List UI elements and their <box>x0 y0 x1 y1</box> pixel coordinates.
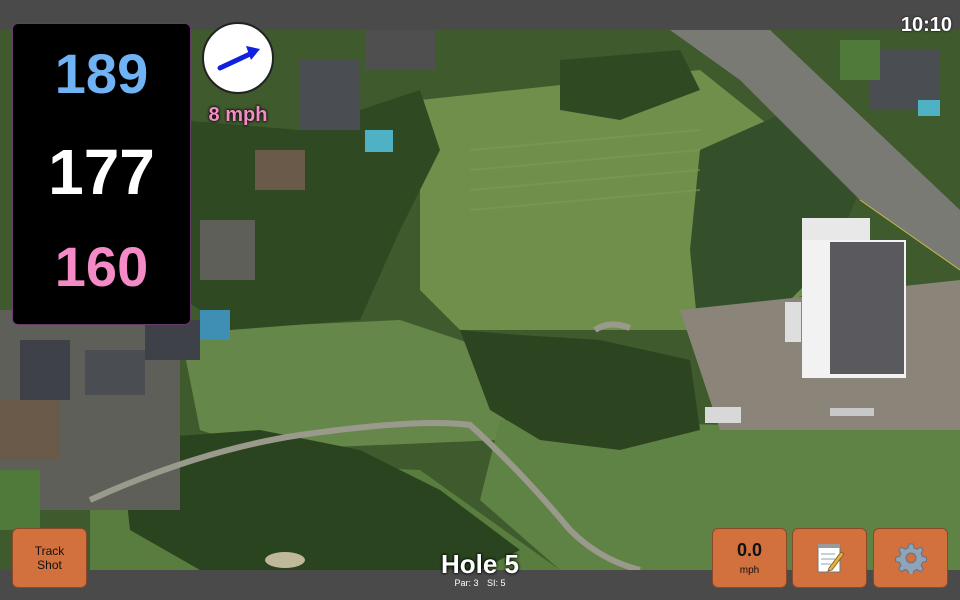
hole-details: Par: 3 SI: 5 <box>380 578 580 588</box>
front-distance: 160 <box>54 235 149 298</box>
speed-button[interactable]: 0.0 mph <box>712 528 787 588</box>
wind-indicator <box>202 22 274 94</box>
middle-distance: 177 <box>48 136 155 208</box>
hole-title: Hole 5 <box>440 549 520 579</box>
track-shot-button[interactable]: Track Shot <box>12 528 87 588</box>
hole-par: Par: 3 <box>454 578 479 588</box>
wind-direction-arrow-icon <box>217 46 260 71</box>
settings-button[interactable] <box>873 528 948 588</box>
track-shot-label-line1: Track <box>34 544 65 558</box>
gear-icon <box>894 543 927 574</box>
hole-stroke-index: SI: 5 <box>487 578 506 588</box>
track-shot-label-line2: Shot <box>37 558 62 572</box>
wind-speed: 8 mph <box>208 104 268 126</box>
notepad-icon <box>817 544 845 573</box>
speed-value: 0.0 <box>736 540 763 560</box>
hole-info: Hole 5 Par: 3 SI: 5 <box>380 550 580 588</box>
speed-unit: mph <box>739 565 760 576</box>
distance-panel: 189 177 160 <box>12 23 191 325</box>
notes-button[interactable] <box>792 528 867 588</box>
clock: 10:10 <box>900 14 952 36</box>
back-distance: 189 <box>54 42 149 105</box>
